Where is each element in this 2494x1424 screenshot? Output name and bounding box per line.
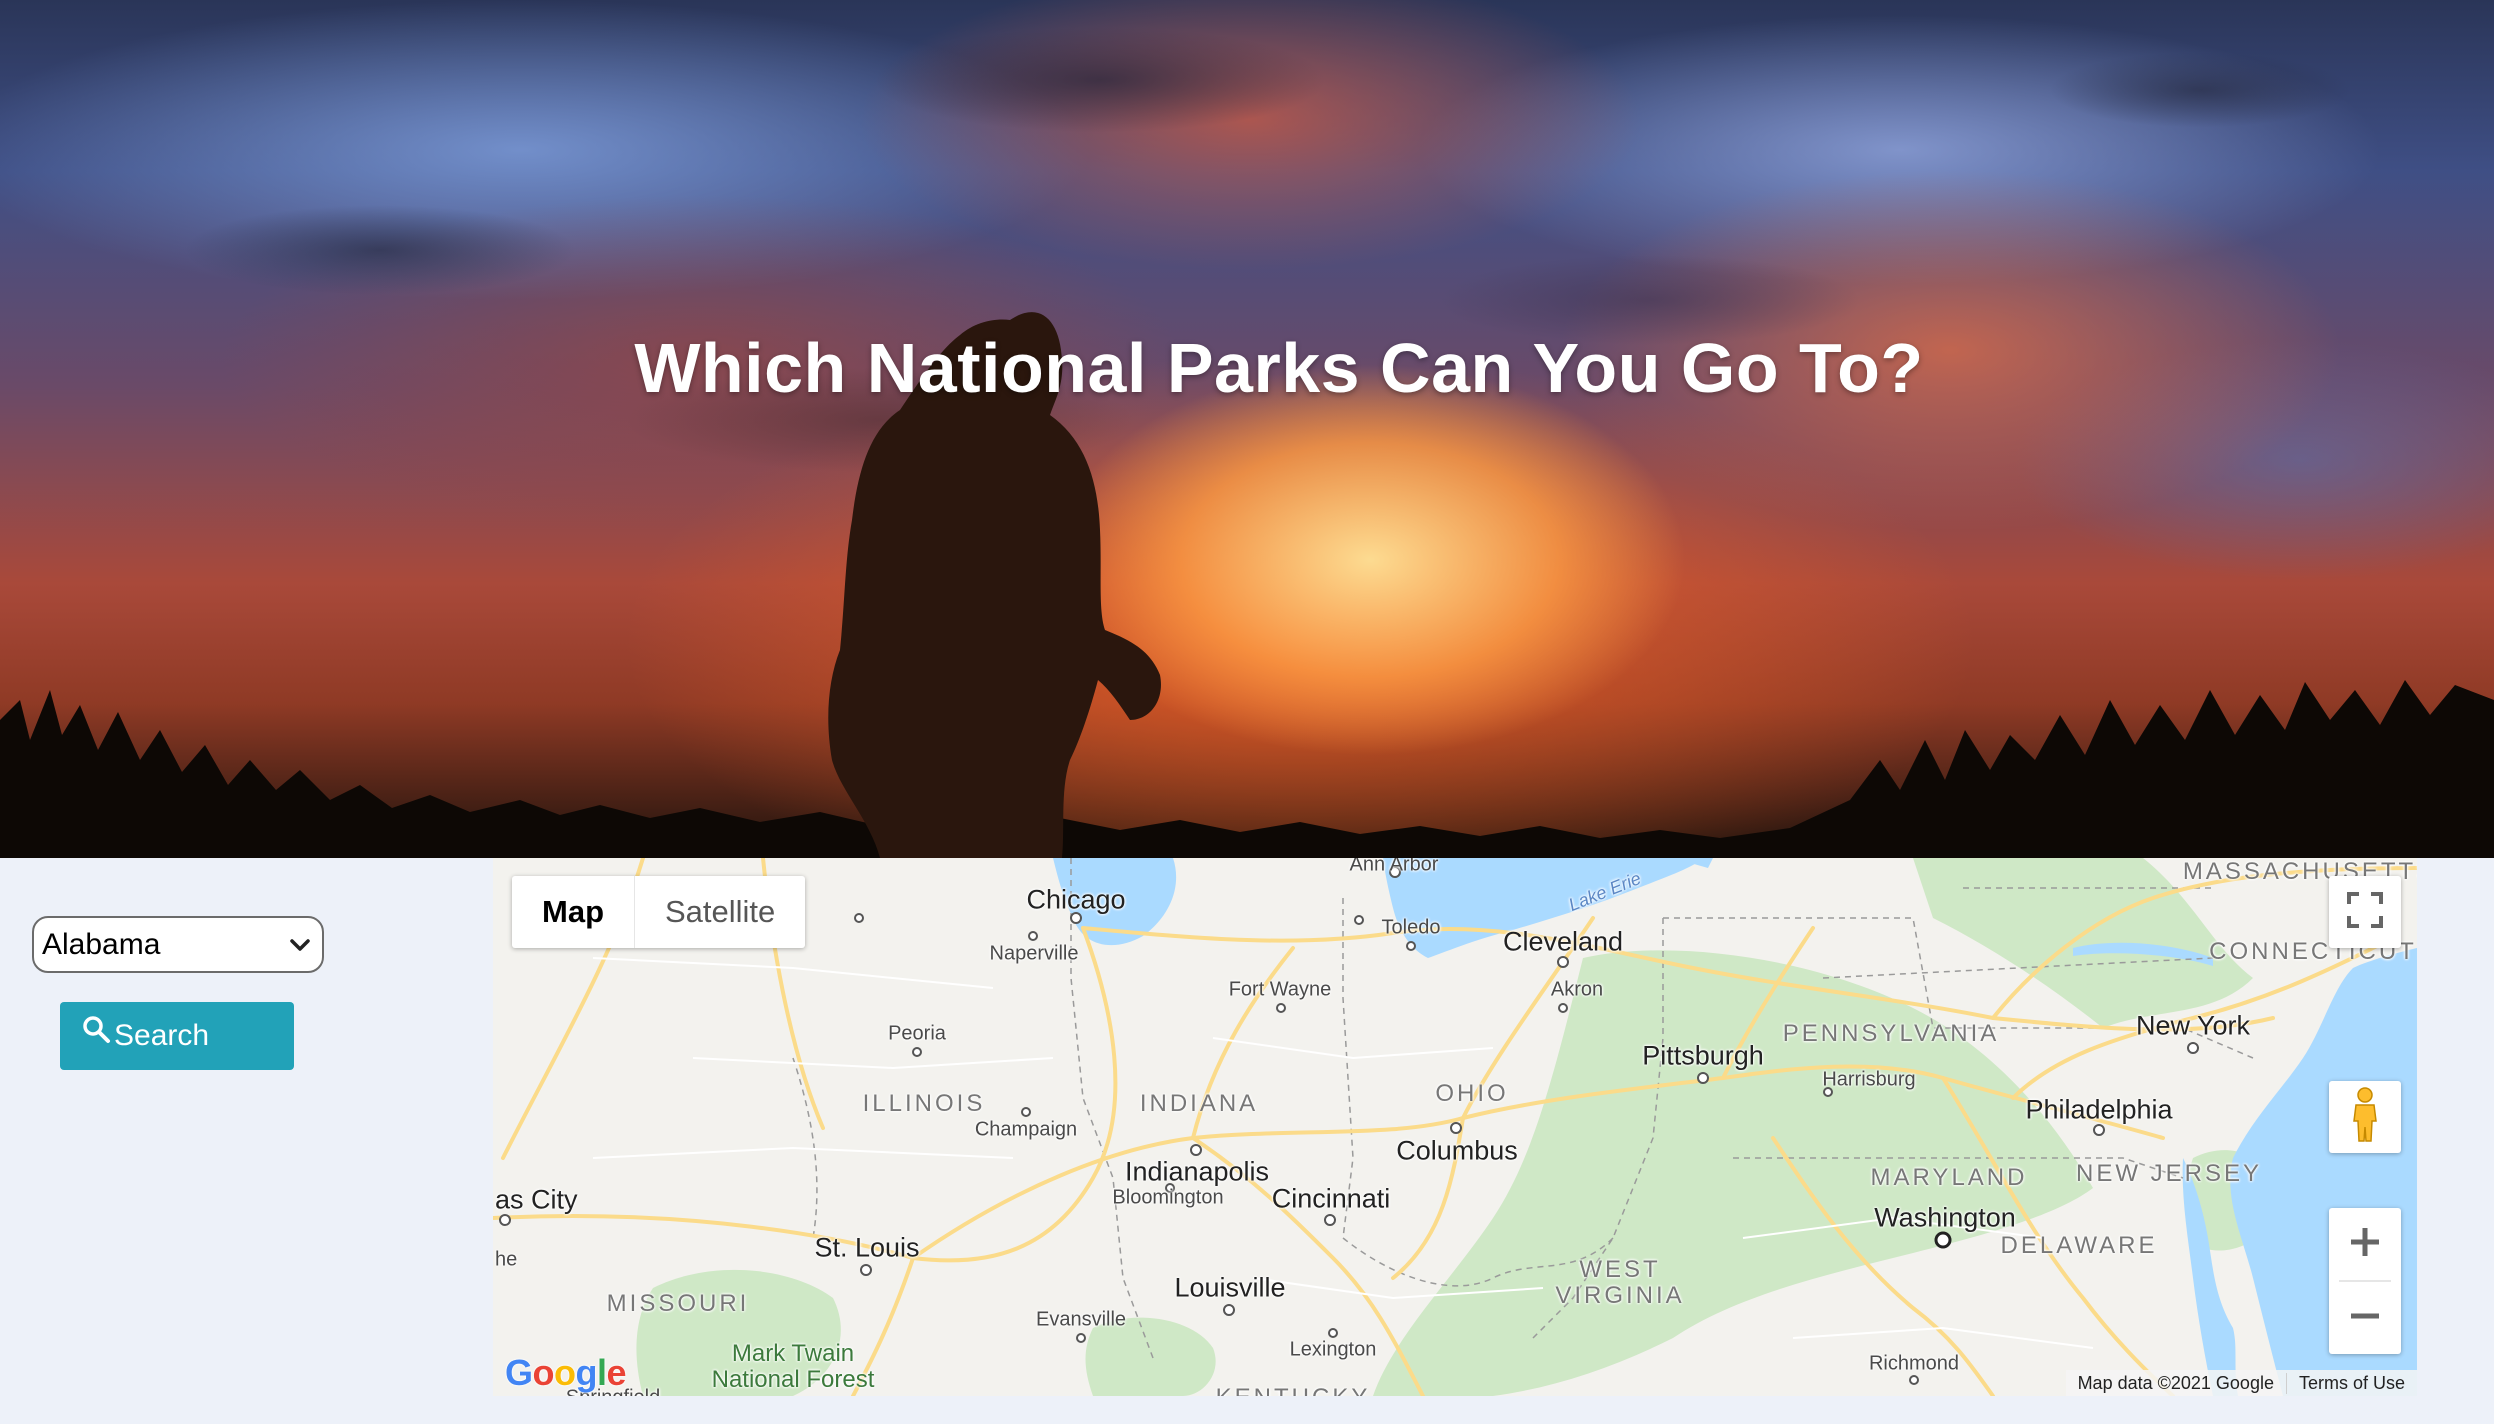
hero-background-image: [0, 312, 2494, 858]
map-label-evansville: Evansville: [1035, 1308, 1127, 1331]
map-label-west-virginia-2: VIRGINIA: [1555, 1282, 1685, 1309]
plus-icon: [2349, 1226, 2381, 1263]
map-label-toledo: Toledo: [1381, 916, 1441, 939]
map-attribution: Map data ©2021 Google Terms of Use: [2065, 1370, 2417, 1396]
chevron-down-icon: [290, 932, 310, 958]
zoom-control: [2329, 1208, 2401, 1354]
map-label-ann-arbor: Ann Arbor: [1349, 858, 1439, 876]
map-label-indianapolis: Indianapolis: [1124, 1156, 1270, 1187]
map-label-delaware: DELAWARE: [2000, 1232, 2158, 1259]
map-label-peoria: Peoria: [888, 1022, 946, 1045]
map-type-control: Map Satellite: [512, 876, 806, 948]
map-label-louisville: Louisville: [1174, 1272, 1286, 1303]
zoom-in-button[interactable]: [2329, 1208, 2401, 1280]
capital-marker: [1934, 1231, 1952, 1249]
map-label-columbus: Columbus: [1396, 1135, 1518, 1166]
fullscreen-icon: [2347, 891, 2383, 933]
map-label-harrisburg: Harrisburg: [1822, 1068, 1916, 1091]
search-button[interactable]: Search: [60, 1002, 294, 1070]
map-label-illinois: ILLINOIS: [862, 1090, 986, 1117]
map-label-st-louis: St. Louis: [814, 1232, 920, 1263]
search-button-label: Search: [114, 1019, 210, 1052]
map-label-new-jersey: NEW JERSEY: [2075, 1160, 2263, 1187]
search-icon: [82, 1016, 114, 1053]
map-data-credit: Map data ©2021 Google: [2077, 1372, 2274, 1393]
map-label-mark-twain-1: Mark Twain: [731, 1340, 855, 1367]
fullscreen-button[interactable]: [2329, 876, 2401, 948]
map-label-mark-twain-2: National Forest: [711, 1366, 875, 1393]
map-label-pennsylvania: PENNSYLVANIA: [1782, 1020, 2000, 1047]
map-type-satellite-button[interactable]: Satellite: [635, 876, 805, 948]
map-label-akron: Akron: [1550, 978, 1604, 1001]
map-label-maryland: MARYLAND: [1870, 1164, 2028, 1191]
hero-banner: Which National Parks Can You Go To?: [0, 0, 2494, 858]
map-label-pittsburgh: Pittsburgh: [1642, 1040, 1764, 1071]
map-type-map-button[interactable]: Map: [512, 876, 635, 948]
map-label-richmond: Richmond: [1868, 1352, 1960, 1375]
street-view-button[interactable]: [2329, 1081, 2401, 1153]
zoom-out-button[interactable]: [2329, 1282, 2401, 1354]
tree-line: [0, 680, 2494, 858]
map-label-west-virginia-1: WEST: [1579, 1256, 1661, 1283]
map-label-chicago: Chicago: [1026, 884, 1126, 915]
map-label-philadelphia: Philadelphia: [2025, 1094, 2173, 1125]
minus-icon: [2349, 1300, 2381, 1337]
state-select[interactable]: Alabama: [32, 916, 324, 973]
map-label-lexington: Lexington: [1289, 1338, 1377, 1361]
terms-of-use-link[interactable]: Terms of Use: [2285, 1372, 2417, 1394]
map-label-missouri: MISSOURI: [606, 1290, 750, 1317]
map-label-kentucky: KENTUCKY: [1216, 1384, 1371, 1396]
map-label-cleveland: Cleveland: [1502, 926, 1624, 957]
google-map[interactable]: Chicago Naperville Ann Arbor Toledo Lake…: [493, 858, 2417, 1396]
page-title: Which National Parks Can You Go To?: [634, 329, 1924, 407]
map-label-indiana: INDIANA: [1139, 1090, 1259, 1117]
map-label-fragment: he: [495, 1248, 518, 1271]
map-label-fort-wayne: Fort Wayne: [1228, 978, 1332, 1001]
map-label-bloomington: Bloomington: [1112, 1186, 1224, 1209]
map-label-naperville: Naperville: [989, 942, 1079, 965]
map-label-champaign: Champaign: [974, 1118, 1078, 1141]
map-label-washington: Washington: [1874, 1202, 2016, 1233]
map-label-kansas-city: as City: [495, 1184, 578, 1215]
map-label-new-york: New York: [2135, 1010, 2251, 1041]
google-logo[interactable]: Google: [505, 1352, 627, 1394]
map-label-cincinnati: Cincinnati: [1271, 1183, 1391, 1214]
state-select-value: Alabama: [42, 927, 161, 961]
map-label-ohio: OHIO: [1435, 1080, 1509, 1107]
pegman-icon: [2350, 1086, 2380, 1148]
